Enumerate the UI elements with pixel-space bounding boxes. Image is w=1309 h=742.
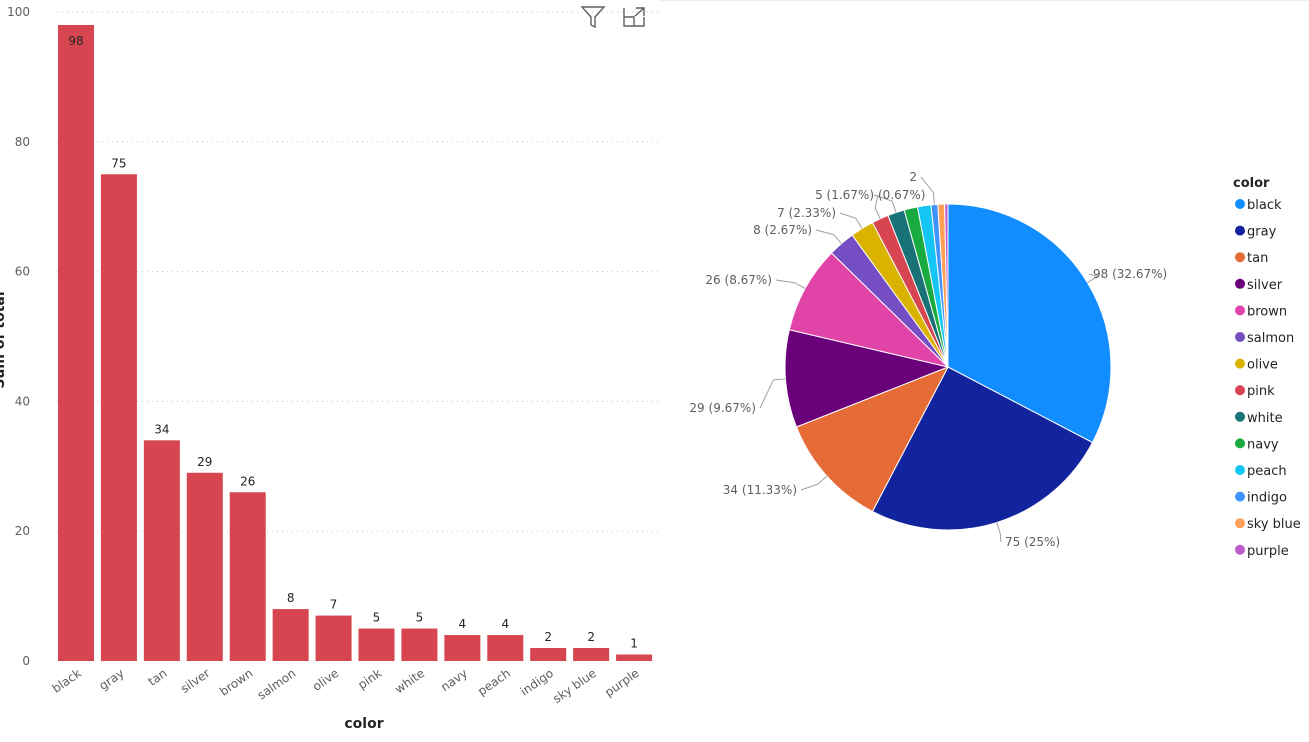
bar-sky-blue <box>573 648 610 661</box>
legend-marker <box>1235 491 1245 502</box>
legend-item-olive: olive <box>1247 358 1278 373</box>
x-axis-title: color <box>344 716 383 732</box>
bar-navy <box>444 635 481 661</box>
legend-marker <box>1235 518 1245 529</box>
legend-item-indigo: indigo <box>1247 491 1287 506</box>
legend-item-black: black <box>1247 198 1282 213</box>
y-tick-label: 100 <box>7 5 30 19</box>
bar-data-label: 1 <box>630 637 638 651</box>
pie-data-label: 2 <box>909 170 917 184</box>
legend-marker <box>1235 385 1245 396</box>
x-tick-label: tan <box>145 666 169 689</box>
x-tick-label: purple <box>602 666 642 700</box>
bar-tan <box>143 440 180 661</box>
bar-olive <box>315 615 352 661</box>
pie-data-label: 26 (8.67%) <box>705 273 772 287</box>
pie-data-label: 75 (25%) <box>1005 535 1060 549</box>
legend-marker <box>1235 199 1245 209</box>
legend-item-navy: navy <box>1247 437 1279 452</box>
legend-marker <box>1235 278 1245 289</box>
legend-item-gray: gray <box>1247 225 1277 240</box>
x-tick-label: sky blue <box>550 666 599 706</box>
legend-marker <box>1235 305 1245 316</box>
bar-purple <box>616 654 653 661</box>
bar-data-label: 29 <box>197 455 212 469</box>
legend-item-white: white <box>1247 411 1283 426</box>
legend-marker <box>1235 544 1245 555</box>
y-tick-label: 0 <box>22 654 30 668</box>
bar-white <box>401 628 438 661</box>
pie-data-label: 98 (32.67%) <box>1093 267 1167 281</box>
pie-leader-line <box>775 279 806 289</box>
bar-data-label: 26 <box>240 474 255 488</box>
x-tick-label: olive <box>310 666 341 694</box>
legend-marker <box>1235 411 1245 422</box>
legend-title: color <box>1233 176 1270 191</box>
pie-leader-line <box>996 522 1002 543</box>
chart-canvas: 020406080100Sum of total98black75gray34t… <box>0 5 1301 732</box>
legend-item-pink: pink <box>1247 384 1275 399</box>
bar-data-label: 4 <box>459 617 467 631</box>
pie-data-label: 29 (9.67%) <box>689 401 756 415</box>
legend-item-tan: tan <box>1247 251 1268 266</box>
pie-leader-line <box>815 229 842 244</box>
y-tick-label: 20 <box>15 524 30 538</box>
x-tick-label: silver <box>178 666 213 696</box>
bar-indigo <box>530 648 567 661</box>
x-tick-label: pink <box>355 666 384 692</box>
filter-icon[interactable] <box>580 4 606 30</box>
bar-silver <box>186 472 223 661</box>
x-tick-label: brown <box>217 666 255 699</box>
bar-black <box>58 24 94 662</box>
legend-item-brown: brown <box>1247 304 1287 319</box>
legend-item-salmon: salmon <box>1247 331 1294 346</box>
bar-data-label: 4 <box>501 617 509 631</box>
legend-item-peach: peach <box>1247 464 1287 479</box>
pie-data-label: 8 (2.67%) <box>753 223 812 237</box>
y-tick-label: 40 <box>15 394 30 408</box>
x-tick-label: black <box>50 666 84 696</box>
pie-data-label: 5 (1.67%) <box>815 188 874 202</box>
legend-item-purple: purple <box>1247 544 1289 559</box>
legend-marker <box>1235 252 1245 263</box>
bar-data-label: 98 <box>68 34 83 48</box>
bar-gray <box>100 174 137 661</box>
x-tick-label: peach <box>475 666 513 698</box>
legend-item-sky-blue: sky blue <box>1247 517 1301 532</box>
legend-marker <box>1235 465 1245 475</box>
pie-data-label: (0.67%) <box>878 188 925 202</box>
pie-leader-line <box>759 378 786 409</box>
bar-data-label: 2 <box>587 630 595 644</box>
legend-marker <box>1235 332 1245 342</box>
legend-marker <box>1235 358 1245 369</box>
bar-brown <box>229 492 266 661</box>
pie-leader-line <box>800 475 828 491</box>
bar-data-label: 5 <box>373 611 381 625</box>
x-tick-label: navy <box>438 666 470 694</box>
legend-marker <box>1235 225 1245 236</box>
x-tick-label: gray <box>96 666 126 693</box>
legend-item-silver: silver <box>1247 278 1283 293</box>
bar-salmon <box>272 609 309 661</box>
bar-data-label: 7 <box>330 598 338 612</box>
y-axis-title: Sum of total <box>0 291 8 388</box>
bar-data-label: 75 <box>111 156 126 170</box>
bar-pink <box>358 628 395 661</box>
pie-data-label: 34 (11.33%) <box>723 483 797 497</box>
y-tick-label: 60 <box>15 265 30 279</box>
bar-peach <box>487 635 524 661</box>
bar-data-label: 34 <box>154 422 169 436</box>
x-tick-label: white <box>392 666 427 696</box>
focus-mode-icon[interactable] <box>621 4 647 30</box>
legend-marker <box>1235 438 1245 449</box>
y-tick-label: 80 <box>15 135 30 149</box>
bar-data-label: 2 <box>544 630 552 644</box>
x-tick-label: salmon <box>255 666 299 702</box>
pie-leader-line <box>839 212 863 229</box>
bar-data-label: 5 <box>416 611 424 625</box>
bar-data-label: 8 <box>287 591 295 605</box>
pie-data-label: 7 (2.33%) <box>777 206 836 220</box>
